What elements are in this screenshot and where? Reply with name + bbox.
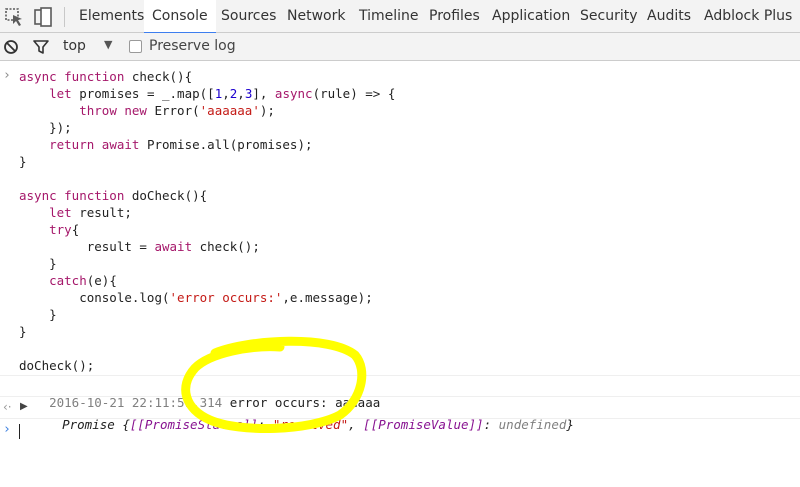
console-output: › async function check(){ let promises =…	[0, 62, 800, 487]
filter-icon[interactable]	[33, 39, 49, 59]
row-divider	[0, 396, 800, 397]
promise-status-key: [[PromiseStatus]]	[129, 417, 258, 432]
tab-application[interactable]: Application	[485, 0, 577, 33]
preserve-log-checkbox[interactable]	[129, 40, 142, 53]
result-prefix: Promise {	[62, 417, 130, 432]
result-colon: :	[483, 417, 499, 432]
promise-value-value: undefined	[498, 417, 567, 432]
code-line: }	[19, 256, 57, 271]
tab-security[interactable]: Security	[573, 0, 645, 33]
tab-profiles[interactable]: Profiles	[422, 0, 487, 33]
row-divider	[0, 375, 800, 376]
console-prompt-icon: ›	[3, 422, 11, 437]
context-dropdown-arrow-icon[interactable]: ▼	[104, 38, 112, 51]
tab-sources[interactable]: Sources	[214, 0, 283, 33]
code-line: result = await check();	[19, 239, 260, 254]
code-line: }	[19, 307, 57, 322]
promise-value-key: [[PromiseValue]]	[363, 417, 484, 432]
expand-triangle-icon[interactable]: ▶	[20, 401, 28, 412]
console-log-entry: 2016-10-21 22:11:59.314 error occurs: aa…	[19, 377, 380, 410]
row-divider	[0, 418, 800, 419]
code-line: doCheck();	[19, 358, 95, 373]
devtools-tabbar: Elements Console Sources Network Timelin…	[0, 0, 800, 34]
preserve-log-label[interactable]: Preserve log	[149, 38, 236, 54]
code-line: return await Promise.all(promises);	[49, 137, 313, 152]
tab-console[interactable]: Console	[144, 0, 216, 34]
input-prompt-icon: ›	[3, 68, 11, 83]
code-line: }	[19, 154, 27, 169]
promise-status-value: "resolved"	[272, 417, 349, 432]
tab-timeline[interactable]: Timeline	[352, 0, 426, 33]
result-colon: :	[257, 417, 273, 432]
code-line: throw new Error('aaaaaa');	[79, 103, 275, 118]
context-selector[interactable]: top	[63, 38, 86, 54]
inspect-element-icon[interactable]	[4, 6, 26, 28]
device-toolbar-icon[interactable]	[32, 6, 54, 28]
return-value-icon: ‹·	[3, 400, 12, 414]
clear-console-icon[interactable]	[3, 39, 19, 59]
result-comma: ,	[348, 417, 364, 432]
code-line: let result;	[49, 205, 132, 220]
result-suffix: }	[566, 417, 574, 432]
code-line: });	[19, 120, 72, 135]
code-line: try{	[49, 222, 80, 237]
console-toolbar: top ▼ Preserve log	[0, 33, 800, 61]
code-line: console.log('error occurs:',e.message);	[19, 290, 373, 305]
code-line: let promises = _.map([1,2,3], async(rule…	[49, 86, 396, 101]
code-line: async function doCheck(){	[19, 188, 208, 203]
tabbar-separator	[64, 7, 65, 27]
code-line: }	[19, 324, 27, 339]
tab-adblock-plus[interactable]: Adblock Plus	[697, 0, 799, 33]
tab-network[interactable]: Network	[280, 0, 352, 33]
console-result-entry[interactable]: Promise {[[PromiseStatus]]: "resolved", …	[32, 399, 574, 432]
tab-elements[interactable]: Elements	[72, 0, 151, 33]
console-input-caret[interactable]	[19, 424, 20, 439]
code-line: async function check(){	[19, 69, 193, 84]
code-line: catch(e){	[49, 273, 117, 288]
tab-audits[interactable]: Audits	[640, 0, 698, 33]
